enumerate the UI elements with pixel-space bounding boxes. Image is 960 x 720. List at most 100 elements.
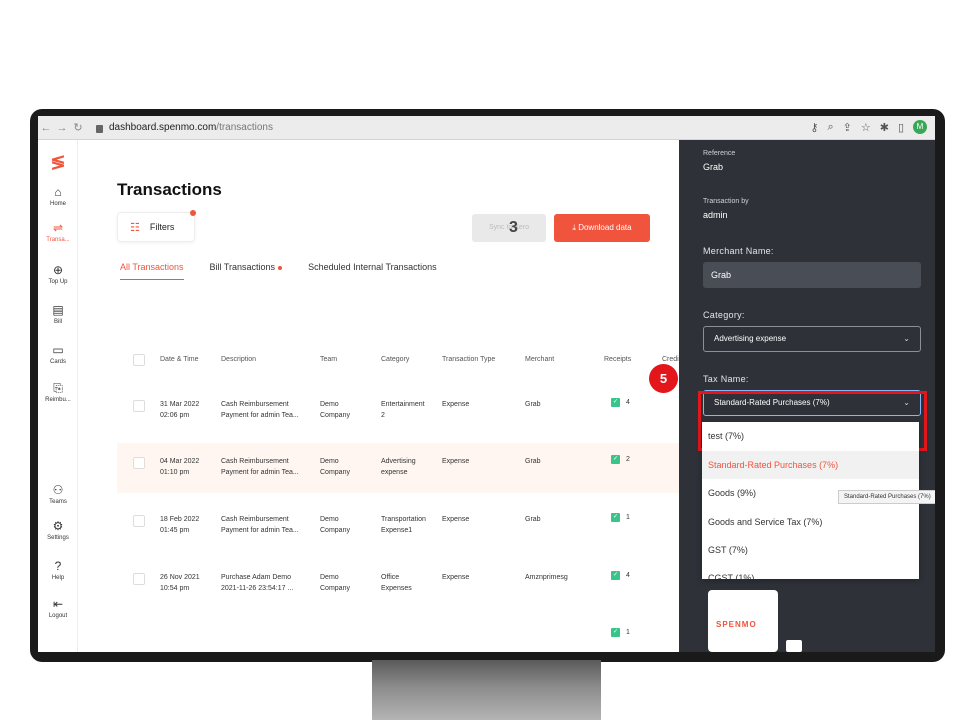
sidebar-item-label: Cards: [49, 359, 66, 365]
row-receipts[interactable]: ✓ 1: [611, 513, 630, 522]
download-label: Download data: [578, 223, 632, 232]
address-bar[interactable]: dashboard.spenmo.com/transactions: [96, 122, 273, 133]
transaction-by-value: admin: [703, 210, 728, 220]
browser-toolbar: ← → ↻ dashboard.spenmo.com/transactions …: [38, 116, 935, 140]
col-receipts[interactable]: Receipts: [604, 356, 631, 363]
reference-value: Grab: [703, 162, 724, 172]
tab-label: Scheduled Internal Transactions: [308, 262, 437, 272]
reimburse-icon: ⎘: [53, 381, 63, 395]
row-category: Advertising expense: [381, 458, 416, 476]
merchant-name-input[interactable]: Grab: [703, 262, 921, 288]
row-category: Entertainment 2: [381, 401, 425, 419]
table-row[interactable]: ✓ 1: [117, 616, 697, 652]
category-label: Category:: [703, 310, 745, 320]
avatar[interactable]: M: [913, 120, 927, 134]
row-merchant: Grab: [525, 516, 541, 523]
tax-option[interactable]: GST (7%): [702, 536, 919, 564]
sidepanel-icon[interactable]: ▯: [898, 121, 904, 134]
zoom-icon[interactable]: ⌕: [827, 121, 833, 134]
sidebar-item-cards[interactable]: ▭ Cards: [38, 344, 78, 366]
row-date: 31 Mar 2022 02:06 pm: [160, 401, 200, 419]
sidebar-item-topup[interactable]: ⊕ Top Up: [38, 264, 78, 286]
col-transaction-type[interactable]: Transaction Type: [442, 356, 495, 363]
sidebar-item-bill[interactable]: ▤ Bill: [38, 304, 78, 326]
table-header: Date & Time Description Team Category Tr…: [117, 354, 697, 376]
receipt-thumbnail-small[interactable]: [786, 640, 802, 652]
table-row[interactable]: 26 Nov 2021 10:54 pm Purchase Adam Demo 20…: [117, 559, 697, 609]
tab-bill-transactions[interactable]: Bill Transactions: [210, 262, 283, 280]
reference-label: Reference: [703, 150, 736, 157]
category-value: Advertising expense: [714, 334, 787, 343]
row-description: Cash Reimbursement Payment for admin Tea.…: [221, 401, 299, 419]
page-title: Transactions: [117, 180, 222, 199]
row-team: Demo Company: [320, 516, 350, 534]
row-category: Office Expenses: [381, 574, 412, 592]
col-credit[interactable]: Credit: [662, 356, 681, 363]
receipt-brand: SPENMO: [716, 620, 757, 629]
sidebar-item-label: Help: [51, 575, 65, 581]
merchant-name-label: Merchant Name:: [703, 246, 774, 256]
col-team[interactable]: Team: [320, 356, 337, 363]
sidebar-item-teams[interactable]: ⚇ Teams: [38, 484, 78, 506]
back-icon[interactable]: ←: [38, 122, 54, 134]
chevron-down-icon: ⌄: [903, 334, 910, 343]
row-description: Cash Reimbursement Payment for admin Tea.…: [221, 516, 299, 534]
sidebar-item-label: Teams: [49, 499, 67, 505]
receipt-check-icon: ✓: [611, 455, 620, 464]
forward-icon[interactable]: →: [54, 122, 70, 134]
col-category[interactable]: Category: [381, 356, 409, 363]
receipt-check-icon: ✓: [611, 398, 620, 407]
select-all-checkbox[interactable]: [133, 354, 145, 366]
receipt-check-icon: ✓: [611, 628, 620, 637]
row-receipts[interactable]: ✓ 2: [611, 455, 630, 464]
sidebar-item-transactions[interactable]: ⇌ Transa...: [38, 218, 78, 248]
filters-button[interactable]: ☷ Filters: [117, 210, 196, 242]
key-icon[interactable]: ⚷: [810, 121, 818, 134]
receipt-check-icon: ✓: [611, 513, 620, 522]
col-merchant[interactable]: Merchant: [525, 356, 554, 363]
sidebar-item-home[interactable]: ⌂ Home: [38, 186, 78, 208]
row-merchant: Amznprimesg: [525, 574, 568, 581]
monitor-stand: [372, 660, 601, 720]
sidebar-item-settings[interactable]: ⚙ Settings: [38, 520, 78, 542]
receipt-check-icon: ✓: [611, 571, 620, 580]
col-date[interactable]: Date & Time: [160, 356, 199, 363]
tax-option[interactable]: CGST (1%): [702, 564, 919, 579]
row-checkbox[interactable]: [133, 515, 145, 527]
sidebar-item-logout[interactable]: ⇤ Logout: [38, 597, 78, 620]
logout-icon: ⇤: [52, 597, 64, 611]
extensions-icon[interactable]: ✱: [880, 121, 889, 134]
sidebar-item-label: Reimbu...: [45, 397, 71, 403]
row-checkbox[interactable]: [133, 400, 145, 412]
row-receipts[interactable]: ✓ 4: [611, 571, 630, 580]
row-team: Demo Company: [320, 574, 350, 592]
share-icon[interactable]: ⇪: [843, 121, 852, 134]
table-row[interactable]: 18 Feb 2022 01:45 pm Cash Reimbursement Pa…: [117, 501, 697, 551]
spenmo-logo-icon[interactable]: ≶: [48, 152, 68, 172]
receipt-thumbnail[interactable]: SPENMO: [708, 590, 778, 652]
row-checkbox[interactable]: [133, 573, 145, 585]
screen: ← → ↻ dashboard.spenmo.com/transactions …: [38, 116, 935, 652]
category-select[interactable]: Advertising expense ⌄: [703, 326, 921, 352]
sidebar-item-help[interactable]: ? Help: [38, 560, 78, 582]
row-receipts[interactable]: ✓ 1: [611, 628, 630, 637]
tax-option-selected[interactable]: Standard-Rated Purchases (7%): [702, 451, 919, 479]
tab-all-transactions[interactable]: All Transactions: [120, 262, 184, 280]
tax-option[interactable]: test (7%): [702, 422, 919, 450]
download-data-button[interactable]: ⤓ Download data: [554, 214, 650, 242]
table-row[interactable]: 31 Mar 2022 02:06 pm Cash Reimbursement Pa…: [117, 386, 697, 436]
sidebar-item-label: Home: [49, 201, 66, 207]
url-host: dashboard.spenmo.com: [109, 122, 217, 133]
row-checkbox[interactable]: [133, 457, 145, 469]
row-description: Cash Reimbursement Payment for admin Tea.…: [221, 458, 299, 476]
sidebar: ≶ ⌂ Home ⇌ Transa... ⊕ Top Up ▤ Bill ▭ C…: [38, 140, 78, 652]
tab-scheduled-internal[interactable]: Scheduled Internal Transactions: [308, 262, 437, 280]
row-type: Expense: [442, 458, 470, 465]
reload-icon[interactable]: ↻: [70, 121, 86, 134]
sidebar-item-reimbursements[interactable]: ⎘ Reimbu...: [38, 381, 78, 404]
table-row[interactable]: 04 Mar 2022 01:10 pm Cash Reimbursement Pa…: [117, 443, 697, 493]
col-description[interactable]: Description: [221, 356, 256, 363]
tax-option[interactable]: Goods and Service Tax (7%): [702, 508, 919, 536]
star-icon[interactable]: ☆: [861, 121, 871, 134]
row-receipts[interactable]: ✓ 4: [611, 398, 630, 407]
